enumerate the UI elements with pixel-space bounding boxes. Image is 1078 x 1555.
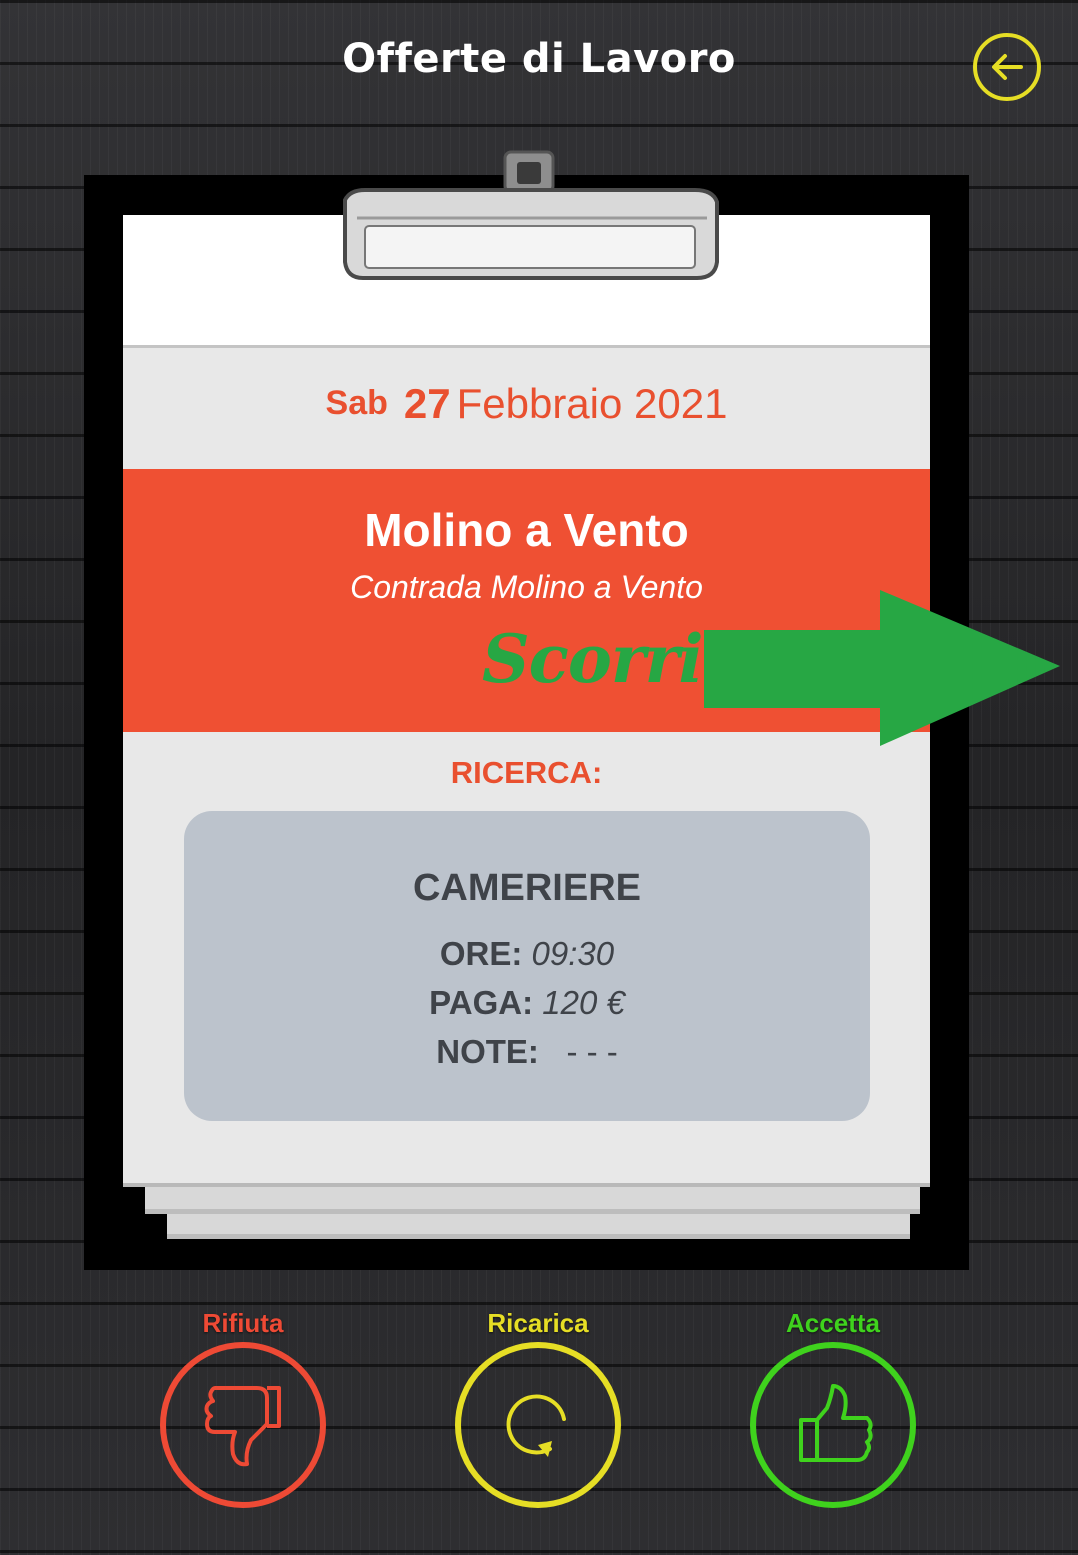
- job-role: CAMERIERE: [412, 867, 642, 909]
- refresh-icon: [506, 1394, 566, 1457]
- date-month-year: Febbraio 2021: [456, 380, 728, 427]
- pay-value: 120 €: [542, 984, 625, 1021]
- pay-label: PAGA:: [429, 984, 534, 1021]
- accept-label: Accetta: [786, 1308, 880, 1338]
- page-title: Offerte di Lavoro: [342, 36, 736, 82]
- job-hours-row: ORE: 09:30: [184, 935, 870, 973]
- date-day: 27: [403, 380, 451, 427]
- clipboard-clip: [343, 150, 719, 280]
- thumbs-up-icon: [799, 1384, 873, 1462]
- paper-stack: [145, 1183, 920, 1214]
- swipe-right-arrow-icon: [704, 590, 1060, 746]
- job-details-card: CAMERIERE ORE: 09:30 PAGA: 120 € NOTE: -…: [184, 811, 870, 1121]
- arrow-left-icon: [992, 54, 1023, 80]
- job-pay-row: PAGA: 120 €: [184, 984, 870, 1022]
- thumbs-down-icon: [204, 1386, 281, 1467]
- reject-button[interactable]: [160, 1342, 326, 1508]
- job-notes-row: NOTE: - - -: [184, 1033, 870, 1071]
- reload-button[interactable]: [455, 1342, 621, 1508]
- back-button[interactable]: [973, 33, 1041, 101]
- search-label: RICERCA:: [450, 755, 603, 790]
- swipe-hint-label: Scorri: [482, 620, 703, 698]
- accept-button[interactable]: [750, 1342, 916, 1508]
- reload-label: Ricarica: [487, 1308, 589, 1338]
- offer-date: Sab 27 Febbraio 2021: [123, 380, 930, 428]
- date-weekday: Sab: [325, 384, 388, 422]
- notes-label: NOTE:: [436, 1033, 539, 1070]
- venue-name: Molino a Vento: [364, 504, 689, 556]
- notes-value: - - -: [566, 1033, 618, 1070]
- reject-label: Rifiuta: [202, 1308, 284, 1338]
- hours-label: ORE:: [439, 935, 523, 972]
- hours-value: 09:30: [531, 935, 615, 972]
